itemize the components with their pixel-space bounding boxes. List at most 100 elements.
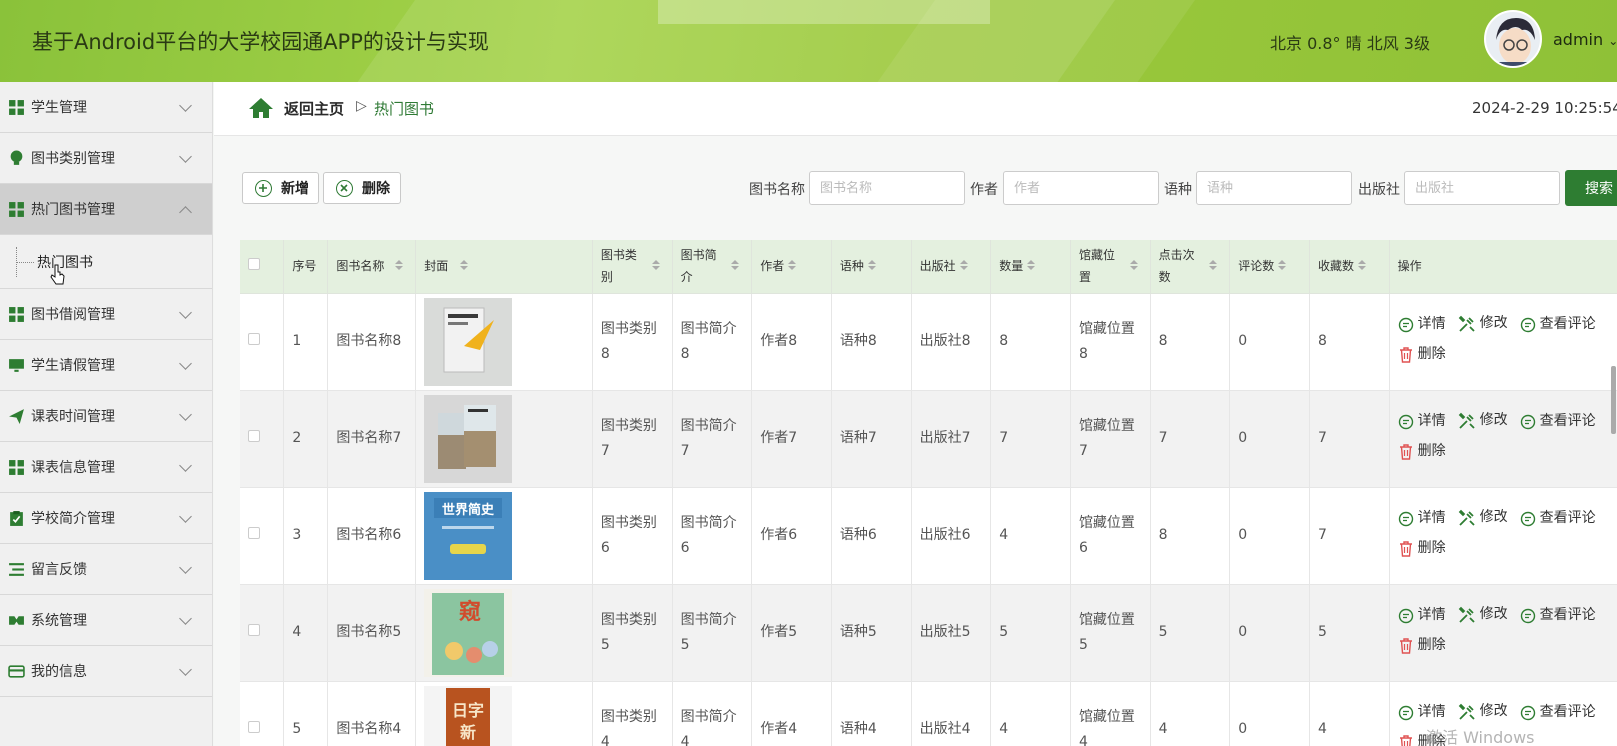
view-comments-button[interactable]: 查看评论 xyxy=(1520,700,1596,725)
column-header[interactable]: 图书名称 xyxy=(327,240,417,294)
publisher-input[interactable] xyxy=(1404,171,1560,205)
home-icon[interactable] xyxy=(248,97,274,119)
svg-text:日字: 日字 xyxy=(452,701,484,720)
cell-publisher: 出版社8 xyxy=(911,293,992,391)
cell-language: 语种8 xyxy=(831,293,912,391)
grid-icon xyxy=(9,201,24,217)
detail-button[interactable]: 详情 xyxy=(1398,700,1446,725)
app-title: 基于Android平台的大学校园通APP的设计与实现 xyxy=(32,30,489,54)
column-header[interactable]: 作者 xyxy=(751,240,832,294)
row-select-cell[interactable] xyxy=(240,390,285,488)
column-header[interactable]: 评论数 xyxy=(1229,240,1310,294)
cell-location: 馆藏位置7 xyxy=(1070,390,1151,488)
cell-location: 馆藏位置8 xyxy=(1070,293,1151,391)
column-header[interactable]: 数量 xyxy=(990,240,1071,294)
select-all-checkbox[interactable] xyxy=(248,258,260,271)
trash-icon xyxy=(1399,444,1412,460)
sidebar-item-label: 图书借阅管理 xyxy=(31,307,115,323)
edit-button[interactable]: 修改 xyxy=(1458,505,1508,530)
row-checkbox[interactable] xyxy=(248,430,260,442)
select-all-cell[interactable] xyxy=(240,240,285,294)
row-checkbox[interactable] xyxy=(248,624,260,636)
breadcrumb-home-link[interactable]: 返回主页 xyxy=(284,98,344,119)
cell-author: 作者5 xyxy=(751,584,832,682)
delete-button[interactable]: 删除 xyxy=(323,172,401,204)
sort-icon[interactable] xyxy=(1209,260,1218,270)
breadcrumb-current: 热门图书 xyxy=(374,100,435,118)
detail-button[interactable]: 详情 xyxy=(1398,409,1446,434)
sort-icon[interactable] xyxy=(395,260,404,270)
sort-icon[interactable] xyxy=(460,260,469,270)
sort-icon[interactable] xyxy=(959,260,968,270)
svg-text:新: 新 xyxy=(460,723,476,742)
sidebar-item-leave[interactable]: 学生请假管理 xyxy=(0,340,212,391)
sort-icon[interactable] xyxy=(651,260,660,270)
view-comments-button[interactable]: 查看评论 xyxy=(1520,409,1596,434)
edit-button[interactable]: 修改 xyxy=(1458,408,1508,433)
detail-icon xyxy=(1398,705,1413,720)
row-select-cell[interactable] xyxy=(240,681,285,746)
sidebar-item-hot-books[interactable]: 热门图书管理 xyxy=(0,184,212,235)
user-menu[interactable]: admin ⌄ xyxy=(1553,30,1617,49)
cell-publisher: 出版社6 xyxy=(911,487,992,585)
view-comments-button[interactable]: 查看评论 xyxy=(1520,506,1596,531)
vertical-scrollbar[interactable] xyxy=(1611,366,1616,434)
add-button[interactable]: 新增 xyxy=(242,172,319,204)
row-select-cell[interactable] xyxy=(240,293,285,391)
row-checkbox[interactable] xyxy=(248,721,260,733)
language-input[interactable] xyxy=(1196,171,1352,205)
detail-button[interactable]: 详情 xyxy=(1398,506,1446,531)
sort-icon[interactable] xyxy=(1027,260,1036,270)
column-header[interactable]: 馆藏位置 xyxy=(1070,240,1151,294)
column-header[interactable]: 图书简介 xyxy=(672,240,753,294)
detail-button[interactable]: 详情 xyxy=(1398,312,1446,337)
sort-icon[interactable] xyxy=(1357,260,1366,270)
sidebar-item-my-info[interactable]: 我的信息 xyxy=(0,646,212,697)
edit-button[interactable]: 修改 xyxy=(1458,699,1508,724)
sidebar-item-borrow[interactable]: 图书借阅管理 xyxy=(0,289,212,340)
row-checkbox[interactable] xyxy=(248,527,260,539)
sort-icon[interactable] xyxy=(1129,260,1138,270)
edit-button[interactable]: 修改 xyxy=(1458,602,1508,627)
row-delete-button[interactable]: 删除 xyxy=(1398,439,1446,464)
row-checkbox[interactable] xyxy=(248,333,260,345)
sidebar-item-system[interactable]: 系统管理 xyxy=(0,595,212,646)
sidebar-item-feedback[interactable]: 留言反馈 xyxy=(0,544,212,595)
trash-icon xyxy=(1399,638,1412,654)
column-header[interactable]: 收藏数 xyxy=(1309,240,1390,294)
author-input[interactable] xyxy=(1003,171,1159,205)
avatar[interactable] xyxy=(1484,10,1542,68)
view-comments-button[interactable]: 查看评论 xyxy=(1520,603,1596,628)
book-name-input[interactable] xyxy=(809,171,965,205)
column-header[interactable]: 点击次数 xyxy=(1150,240,1231,294)
delete-button-label: 删除 xyxy=(362,181,390,197)
sort-icon[interactable] xyxy=(867,260,876,270)
row-delete-button[interactable]: 删除 xyxy=(1398,633,1446,658)
sort-icon[interactable] xyxy=(1278,260,1287,270)
column-header[interactable]: 出版社 xyxy=(911,240,992,294)
edit-button[interactable]: 修改 xyxy=(1458,311,1508,336)
detail-button[interactable]: 详情 xyxy=(1398,603,1446,628)
row-select-cell[interactable] xyxy=(240,487,285,585)
sidebar-subitem-hot-books[interactable]: 热门图书 xyxy=(0,235,212,289)
search-button[interactable]: 搜索 xyxy=(1565,170,1617,206)
column-header[interactable]: 封面 xyxy=(415,240,593,294)
row-select-cell[interactable] xyxy=(240,584,285,682)
sidebar-item-schedule-time[interactable]: 课表时间管理 xyxy=(0,391,212,442)
sidebar-item-schedule-info[interactable]: 课表信息管理 xyxy=(0,442,212,493)
sidebar-item-school-intro[interactable]: 学校简介管理 xyxy=(0,493,212,544)
cell-index: 5 xyxy=(283,681,329,746)
sidebar-item-book-category[interactable]: 图书类别管理 xyxy=(0,133,212,184)
sort-icon[interactable] xyxy=(788,260,797,270)
row-delete-button[interactable]: 删除 xyxy=(1398,342,1446,367)
cell-location: 馆藏位置5 xyxy=(1070,584,1151,682)
column-header[interactable]: 语种 xyxy=(831,240,912,294)
view-comments-button[interactable]: 查看评论 xyxy=(1520,312,1596,337)
cell-publisher: 出版社7 xyxy=(911,390,992,488)
sidebar-item-student[interactable]: 学生管理 xyxy=(0,82,212,133)
column-header[interactable]: 图书类别 xyxy=(592,240,673,294)
cell-author: 作者8 xyxy=(751,293,832,391)
sort-icon[interactable] xyxy=(731,260,740,270)
send-icon xyxy=(9,408,24,424)
row-delete-button[interactable]: 删除 xyxy=(1398,536,1446,561)
